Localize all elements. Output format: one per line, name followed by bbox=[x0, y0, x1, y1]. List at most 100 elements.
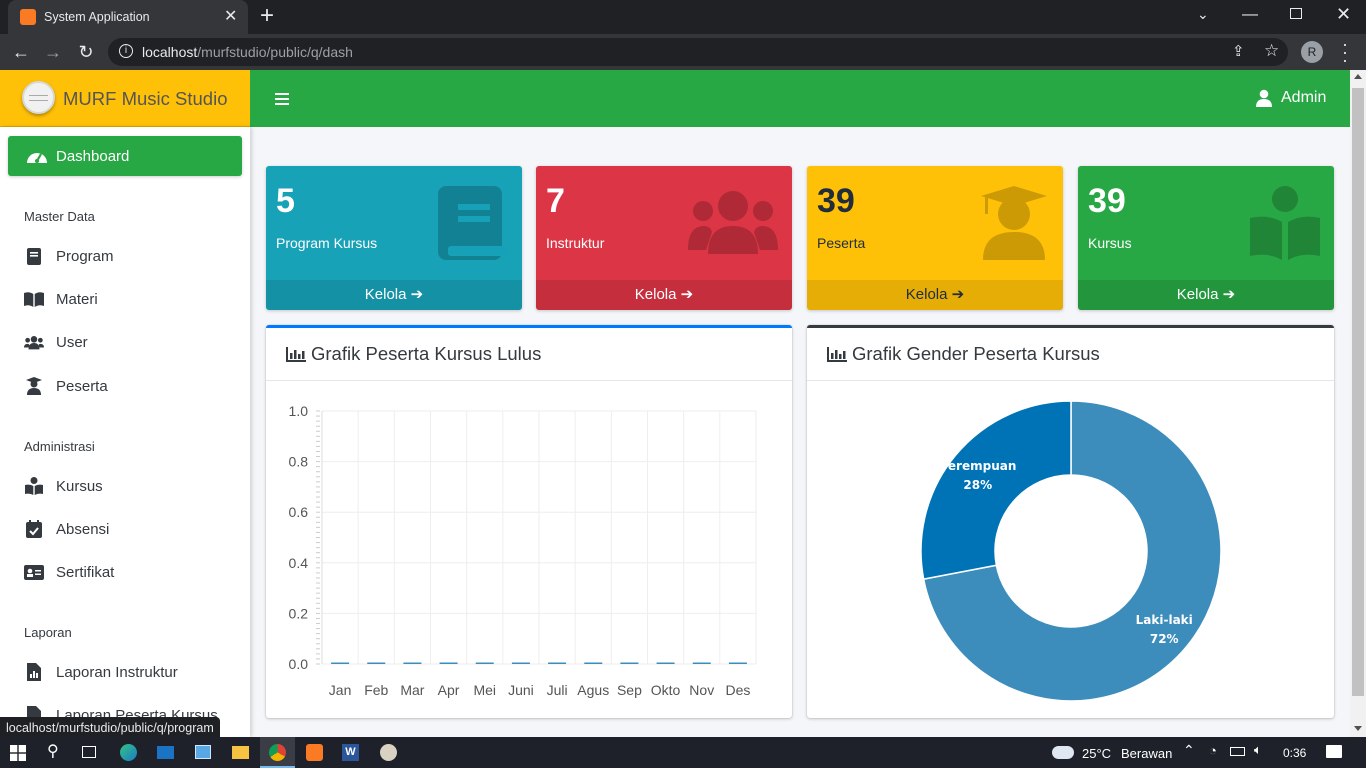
panel-header: Grafik Gender Peserta Kursus bbox=[807, 328, 1334, 381]
card-instruktur: 7 Instruktur Kelola ➔ bbox=[536, 166, 792, 310]
chart-bar-icon bbox=[827, 346, 847, 362]
task-view-icon[interactable] bbox=[82, 746, 96, 758]
sidebar-item-sertifikat[interactable]: Sertifikat bbox=[24, 560, 114, 584]
new-tab-button[interactable]: + bbox=[260, 2, 274, 30]
share-icon[interactable]: ⇪ bbox=[1232, 42, 1245, 60]
slice-value-label: 72% bbox=[1150, 632, 1179, 646]
slice-value-label: 28% bbox=[963, 478, 992, 492]
sidebar-item-label: Kursus bbox=[56, 477, 103, 495]
word-icon[interactable]: W bbox=[342, 744, 359, 761]
sidebar: Dashboard Master Data Program Materi Use… bbox=[0, 127, 250, 737]
forward-icon[interactable]: → bbox=[41, 38, 65, 66]
profile-avatar[interactable]: R bbox=[1301, 41, 1323, 63]
menu-toggle-icon[interactable] bbox=[275, 93, 289, 105]
close-window-button[interactable]: ✕ bbox=[1336, 4, 1351, 25]
scrollbar[interactable] bbox=[1350, 70, 1366, 737]
clock[interactable]: 0:36 bbox=[1283, 746, 1306, 760]
bookmark-star-icon[interactable]: ☆ bbox=[1264, 41, 1279, 61]
card-value: 5 bbox=[276, 182, 295, 220]
minimize-button[interactable]: — bbox=[1242, 6, 1258, 24]
scroll-up-icon[interactable] bbox=[1354, 74, 1362, 79]
brand-link[interactable]: MURF Music Studio bbox=[0, 70, 250, 127]
arrow-circle-right-icon: ➔ bbox=[410, 286, 424, 303]
url-path: /murfstudio/public/q/dash bbox=[197, 44, 353, 60]
sidebar-item-dashboard[interactable]: Dashboard bbox=[8, 136, 242, 176]
reload-icon[interactable]: ↻ bbox=[74, 38, 98, 66]
users-icon bbox=[688, 191, 778, 254]
card-label: Instruktur bbox=[546, 235, 605, 251]
bar bbox=[584, 662, 603, 664]
y-tick-label: 0.6 bbox=[289, 504, 309, 520]
sidebar-item-peserta[interactable]: Peserta bbox=[24, 374, 108, 398]
tab-title: System Application bbox=[44, 10, 150, 24]
bar bbox=[692, 662, 711, 664]
x-tick-label: Agus bbox=[577, 682, 609, 698]
x-tick-label: Sep bbox=[617, 682, 642, 698]
tab-close-icon[interactable]: ✕ bbox=[224, 6, 237, 26]
sidebar-item-materi[interactable]: Materi bbox=[24, 287, 98, 311]
bar bbox=[475, 662, 494, 664]
card-link-kelola[interactable]: Kelola ➔ bbox=[536, 280, 792, 310]
control-panel-icon[interactable] bbox=[195, 745, 211, 759]
book-open-icon bbox=[24, 290, 44, 308]
sidebar-item-label: Materi bbox=[56, 290, 98, 308]
user-icon bbox=[1256, 89, 1272, 107]
windows-start-icon[interactable] bbox=[10, 745, 26, 761]
chevron-up-icon[interactable]: ⌃ bbox=[1183, 742, 1195, 759]
card-value: 7 bbox=[546, 182, 565, 220]
card-link-kelola[interactable]: Kelola ➔ bbox=[266, 280, 522, 310]
scrollbar-thumb[interactable] bbox=[1352, 88, 1364, 696]
sidebar-item-label: Peserta bbox=[56, 377, 108, 395]
browser-menu-icon[interactable]: · · · bbox=[1342, 35, 1348, 69]
sidebar-item-user[interactable]: User bbox=[24, 330, 88, 354]
xampp-icon[interactable] bbox=[306, 744, 323, 761]
card-link-label: Kelola bbox=[634, 286, 677, 303]
notification-icon[interactable] bbox=[1326, 745, 1342, 758]
sidebar-header-administrasi: Administrasi bbox=[24, 439, 95, 454]
bar-chart: 1.0 0.8 0.6 0.4 0.2 0.0 Jan Feb Mar Apr Mei Juni Jul… bbox=[289, 403, 757, 698]
user-menu[interactable]: Admin bbox=[1256, 89, 1326, 107]
sidebar-item-kursus[interactable]: Kursus bbox=[24, 474, 103, 498]
card-link-kelola[interactable]: Kelola ➔ bbox=[1078, 280, 1334, 310]
book-reader-icon bbox=[24, 477, 44, 495]
file-explorer-icon[interactable] bbox=[232, 746, 249, 759]
card-link-kelola[interactable]: Kelola ➔ bbox=[807, 280, 1063, 310]
brand-logo bbox=[22, 81, 55, 114]
sidebar-item-program[interactable]: Program bbox=[24, 244, 114, 268]
weather-temp[interactable]: 25°C bbox=[1082, 746, 1111, 761]
sidebar-item-absensi[interactable]: Absensi bbox=[24, 517, 109, 541]
x-tick-label: Okto bbox=[651, 682, 681, 698]
slice-label: Perempuan bbox=[939, 459, 1016, 473]
browser-tab[interactable]: System Application ✕ bbox=[8, 0, 248, 34]
card-program-kursus: 5 Program Kursus Kelola ➔ bbox=[266, 166, 522, 310]
sidebar-item-label: Dashboard bbox=[56, 147, 130, 165]
search-icon[interactable]: ⚲ bbox=[47, 741, 59, 761]
chrome-taskbar-item[interactable] bbox=[260, 737, 295, 768]
card-label: Program Kursus bbox=[276, 235, 378, 251]
sidebar-item-laporan-instruktur[interactable]: Laporan Instruktur bbox=[24, 660, 178, 684]
edge-icon[interactable] bbox=[120, 744, 137, 761]
book-icon bbox=[24, 247, 44, 265]
address-bar[interactable]: i localhost/murfstudio/public/q/dash ⇪ ☆ bbox=[108, 38, 1288, 66]
volume-icon[interactable]: 🔈︎ bbox=[1254, 742, 1262, 758]
xampp-favicon bbox=[20, 9, 36, 25]
battery-icon[interactable] bbox=[1230, 747, 1245, 756]
back-icon[interactable]: ← bbox=[9, 38, 33, 66]
slice-label: Laki-laki bbox=[1136, 613, 1193, 627]
y-tick-label: 0.8 bbox=[289, 454, 309, 470]
y-tick-label: 0.2 bbox=[289, 605, 309, 621]
restore-button[interactable] bbox=[1290, 8, 1302, 19]
site-info-icon[interactable]: i bbox=[119, 44, 133, 58]
tab-search-chevron-icon[interactable]: ⌄ bbox=[1197, 6, 1209, 23]
weather-desc[interactable]: Berawan bbox=[1121, 746, 1172, 761]
scroll-down-icon[interactable] bbox=[1354, 726, 1362, 731]
card-link-label: Kelola bbox=[905, 286, 948, 303]
panel-title: Grafik Gender Peserta Kursus bbox=[852, 343, 1100, 364]
card-kursus: 39 Kursus Kelola ➔ bbox=[1078, 166, 1334, 310]
wifi-icon[interactable]: ◔ bbox=[1209, 743, 1217, 758]
file-chart-icon bbox=[24, 663, 44, 681]
mail-icon[interactable] bbox=[157, 746, 174, 759]
card-peserta: 39 Peserta Kelola ➔ bbox=[807, 166, 1063, 310]
bar bbox=[367, 662, 386, 664]
paint-icon[interactable] bbox=[380, 744, 397, 761]
